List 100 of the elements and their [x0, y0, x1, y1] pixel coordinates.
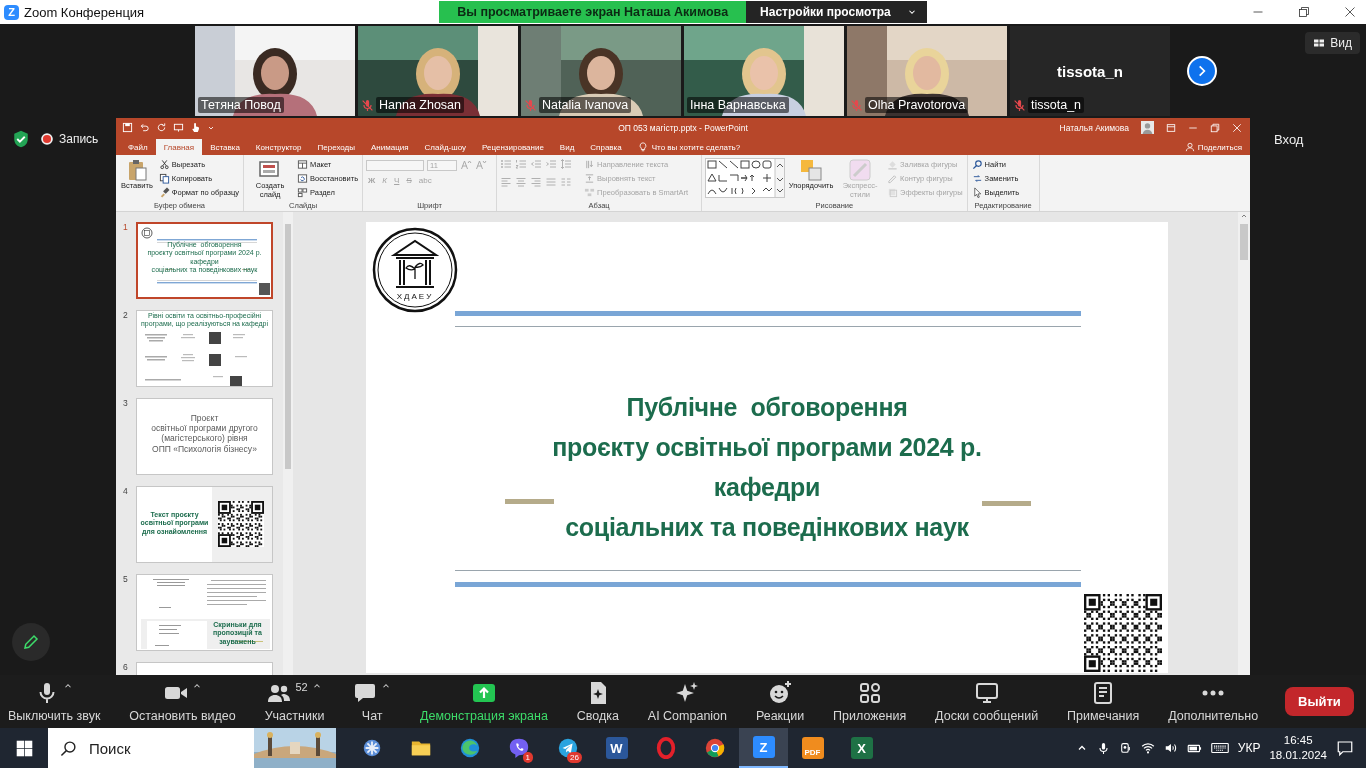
unread-count: 26	[567, 752, 582, 763]
toolbar-button[interactable]: Чат	[351, 680, 394, 723]
restore-icon[interactable]	[1298, 6, 1310, 18]
undo-icon[interactable]	[139, 122, 150, 133]
monitor-icon	[974, 680, 999, 705]
ribbon-tab[interactable]: Слайд-шоу	[416, 139, 475, 155]
participant-display-name: tissota_n	[1057, 62, 1123, 80]
video-tile[interactable]: tissota_n tissota_n	[1010, 26, 1170, 116]
toolbar-button[interactable]: Остановить видео	[127, 680, 238, 723]
video-tile[interactable]: Olha Pravotorova	[847, 26, 1007, 116]
toolbar-button[interactable]: Приложения	[831, 680, 909, 723]
leave-button[interactable]: Выйти	[1285, 687, 1354, 716]
touch-hand-icon[interactable]	[190, 122, 201, 133]
search-bar[interactable]: Поиск	[48, 728, 336, 768]
microphone-icon[interactable]	[1096, 741, 1110, 755]
quick-styles-icon	[848, 158, 873, 182]
redo-icon[interactable]	[156, 122, 167, 133]
color-wheel-icon	[703, 737, 726, 759]
taskbar-button[interactable]: X	[837, 728, 886, 768]
ribbon-tab[interactable]: Конструктор	[247, 139, 310, 155]
scissors-icon	[158, 159, 170, 170]
smartart-icon	[584, 187, 596, 198]
video-tile[interactable]: Тетяна Повод	[195, 26, 355, 116]
layout-icon	[297, 159, 309, 170]
clock-date[interactable]: 18.01.2024	[1269, 748, 1327, 763]
align-text-icon	[584, 173, 596, 184]
share-button[interactable]: Поделиться	[1176, 139, 1250, 155]
taskbar-button[interactable]: 1	[494, 728, 543, 768]
video-tile[interactable]: Інна Варнавська	[684, 26, 844, 116]
fill-icon	[887, 159, 899, 170]
scroll-up-icon[interactable]	[1240, 212, 1248, 220]
search-field[interactable]: Поиск	[87, 738, 231, 758]
logo: ХДАЕУ	[372, 227, 458, 313]
language-indicator[interactable]: УКР	[1237, 741, 1261, 755]
effects-icon	[887, 187, 899, 198]
speaker-icon[interactable]	[1163, 741, 1178, 755]
slide-title: Публічне обговорення проєкту освітньої програми 2024 р. кафедри соціальних та поведінкових наук	[551, 392, 983, 543]
restore-icon[interactable]	[1210, 122, 1220, 133]
save-icon[interactable]	[122, 122, 133, 133]
more-dots-icon	[1202, 689, 1225, 696]
scrollbar-thumb[interactable]	[285, 224, 291, 469]
pencil-icon	[22, 633, 40, 651]
browser-swirl-icon	[458, 737, 481, 759]
windows-icon	[15, 739, 33, 757]
wifi-icon[interactable]	[1140, 741, 1155, 755]
ribbon-tab[interactable]: Главная	[155, 139, 203, 155]
scrollbar-thumb[interactable]	[1240, 224, 1248, 260]
view-options-button[interactable]: Настройки просмотра	[746, 1, 927, 23]
copy-icon	[158, 173, 170, 184]
tell-me-field[interactable]: Что вы хотите сделать?	[651, 142, 741, 152]
taskbar-button[interactable]: W	[592, 728, 641, 768]
window-title: Zoom Конференция	[24, 4, 145, 20]
annotate-button[interactable]	[12, 623, 50, 661]
taskbar-button[interactable]: 26	[543, 728, 592, 768]
sign-in-link[interactable]: Вход	[1274, 132, 1304, 147]
ring-icon	[654, 737, 677, 759]
toolbar-button[interactable]: Демонстрация экрана	[418, 680, 550, 723]
view-button[interactable]: Вид	[1305, 32, 1360, 54]
ribbon-tab[interactable]: Вставка	[202, 139, 248, 155]
toolbar-button[interactable]: Дополнительно	[1166, 680, 1261, 723]
phone-bubble-icon	[507, 737, 530, 759]
person-icon	[1184, 142, 1195, 152]
ribbon-tab[interactable]: Рецензирование	[474, 139, 552, 155]
slide-thumbnail[interactable]: Проєкт освітньої програми другого (магістерського) рівня ОПП «Психологія бізнесу»	[136, 398, 273, 475]
grid-icon	[1313, 37, 1326, 49]
arrange-icon	[799, 158, 824, 182]
clock-time[interactable]: 16:45	[1283, 733, 1313, 748]
thumbnail-text: Проєкт освітньої програми другого (магістерського) рівня ОПП «Психологія бізнесу»	[150, 413, 259, 454]
search-icon	[60, 739, 77, 757]
participant-name: Natalia Ivanova	[539, 97, 632, 113]
app-logo: Z	[4, 4, 19, 20]
participant-name: tissota_n	[1028, 97, 1085, 113]
toolbar-button[interactable]: 52 Участники	[262, 680, 327, 723]
close-icon[interactable]	[1344, 6, 1356, 18]
toolbar-button[interactable]: Выключить звук	[6, 680, 103, 723]
ribbon-tab[interactable]: Анимация	[363, 139, 417, 155]
next-page-button[interactable]	[1187, 56, 1217, 86]
ribbon-tab[interactable]: Файл	[120, 139, 156, 155]
ribbon-display-icon[interactable]	[1166, 122, 1176, 133]
slide-number: 2	[122, 310, 129, 320]
video-tile[interactable]: Hanna Zhosan	[358, 26, 518, 116]
camera-icon[interactable]	[1118, 741, 1132, 755]
slideshow-icon[interactable]	[173, 122, 184, 133]
ribbon-tab[interactable]: Справка	[582, 139, 630, 155]
brush-icon	[158, 187, 170, 198]
shape-gallery[interactable]	[705, 158, 786, 198]
toolbar-button[interactable]: Сводка	[574, 680, 621, 723]
toolbar-button[interactable]: Доски сообщений	[933, 680, 1041, 723]
toolbar-button[interactable]: Реакции	[753, 680, 807, 723]
shield-check-icon	[12, 130, 30, 148]
reset-icon	[297, 173, 309, 184]
ribbon-tab[interactable]: Переходы	[309, 139, 363, 155]
video-tile[interactable]: Natalia Ivanova	[521, 26, 681, 116]
notification-icon[interactable]	[1336, 739, 1354, 757]
ribbon-tab[interactable]: Вид	[551, 139, 583, 155]
slide-number: 5	[122, 574, 129, 584]
apps-icon	[857, 680, 882, 705]
toolbar-button[interactable]: AI Companion	[645, 680, 729, 723]
lightbulb-icon	[637, 142, 648, 152]
toolbar-button[interactable]: Примечания	[1065, 680, 1142, 723]
